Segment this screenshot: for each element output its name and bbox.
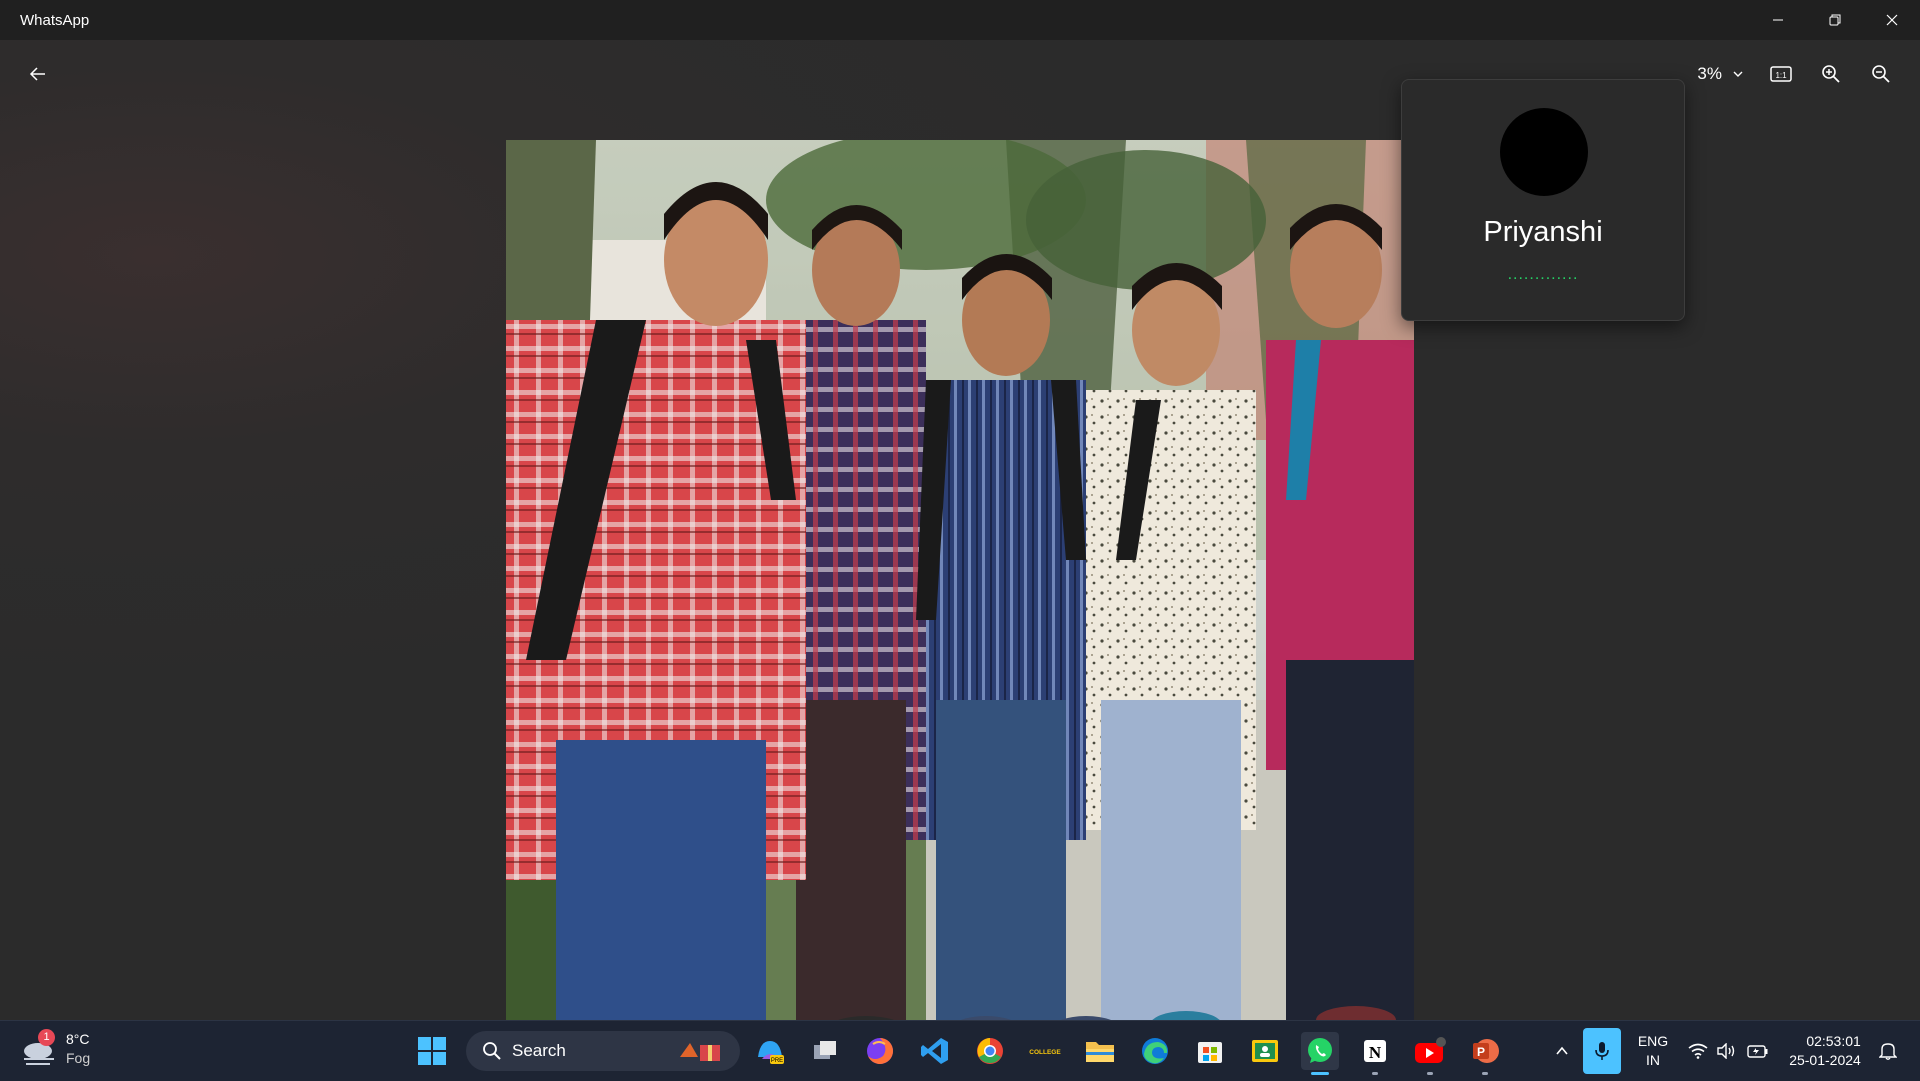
clock-date: 25-01-2024 (1789, 1052, 1861, 1068)
taskbar-search[interactable]: Search (466, 1031, 740, 1071)
arrow-left-icon (29, 67, 45, 81)
store-icon (1198, 1042, 1222, 1063)
weather-badge: 1 (38, 1029, 55, 1046)
running-indicator (1482, 1072, 1488, 1075)
whatsapp-icon (1308, 1038, 1332, 1063)
vscode-icon (921, 1038, 948, 1064)
firefox-icon (867, 1038, 893, 1064)
youtube-icon (1415, 1037, 1446, 1063)
wifi-icon (1688, 1043, 1708, 1059)
task-view-app[interactable] (806, 1032, 844, 1070)
show-hidden-icons-button[interactable] (1548, 1021, 1576, 1081)
window-title: WhatsApp (20, 11, 90, 29)
svg-text:COLLEGE: COLLEGE (1029, 1049, 1061, 1056)
firefox-app[interactable] (861, 1032, 899, 1070)
zoom-out-button[interactable] (1860, 56, 1902, 92)
minimize-icon (1772, 19, 1783, 21)
close-button[interactable] (1863, 0, 1920, 40)
notifications-button[interactable] (1874, 1021, 1902, 1081)
fog-icon: 1 (20, 1029, 60, 1069)
svg-text:1:1: 1:1 (1775, 71, 1787, 80)
language-code: ENG (1637, 1033, 1669, 1049)
gift-icon (680, 1043, 720, 1061)
media-photo (506, 140, 1414, 1048)
active-indicator (1311, 1072, 1329, 1075)
classroom-app[interactable] (1246, 1032, 1284, 1070)
vscode-app[interactable] (916, 1032, 954, 1070)
task-view-icon (814, 1041, 836, 1059)
viewer-toolbar: 3% 1:1 (1689, 56, 1902, 92)
notion-app[interactable]: N (1356, 1032, 1394, 1075)
window-controls (1749, 0, 1920, 40)
svg-text:N: N (1369, 1043, 1382, 1062)
folder-icon (1086, 1042, 1114, 1062)
zoom-in-button[interactable] (1810, 56, 1852, 92)
actual-size-icon: 1:1 (1770, 66, 1792, 82)
title-bar: WhatsApp (0, 0, 1920, 40)
microphone-button[interactable] (1583, 1028, 1621, 1074)
clock[interactable]: 02:53:01 25-01-2024 (1780, 1021, 1870, 1081)
college-app[interactable]: COLLEGE (1026, 1032, 1064, 1070)
edge-app[interactable] (1136, 1032, 1174, 1070)
whatsapp-app[interactable] (1301, 1032, 1339, 1075)
minimize-button[interactable] (1749, 0, 1806, 40)
zoom-in-icon (1822, 65, 1840, 83)
running-indicator (1372, 1072, 1378, 1075)
contact-card: Priyanshi ............. (1401, 79, 1685, 321)
contact-name: Priyanshi (1483, 216, 1603, 248)
microphone-icon (1595, 1042, 1609, 1060)
classroom-icon (1252, 1040, 1278, 1062)
region-code: IN (1646, 1052, 1660, 1068)
zoom-out-icon (1872, 65, 1890, 83)
powerpoint-icon: P (1473, 1039, 1499, 1063)
edge-icon (1142, 1038, 1168, 1064)
zoom-dropdown[interactable]: 3% (1689, 64, 1752, 84)
battery-status[interactable] (1744, 1021, 1772, 1081)
speaker-icon (1717, 1043, 1735, 1059)
bell-icon (1879, 1043, 1897, 1060)
file-explorer-app[interactable] (1081, 1032, 1119, 1070)
close-icon (1886, 14, 1897, 26)
battery-charging-icon (1747, 1045, 1768, 1058)
chrome-app[interactable] (971, 1032, 1009, 1070)
search-label: Search (512, 1041, 566, 1060)
windows-icon (418, 1037, 446, 1065)
search-icon (483, 1042, 501, 1060)
microsoft-store-app[interactable] (1191, 1032, 1229, 1070)
powerpoint-app[interactable]: P (1466, 1032, 1504, 1075)
chevron-down-icon (1733, 71, 1743, 77)
media-viewer: 3% 1:1 Priyanshi ............. (0, 40, 1920, 1048)
copilot-icon: PRE (758, 1041, 784, 1064)
chrome-icon (977, 1038, 1003, 1064)
actual-size-button[interactable]: 1:1 (1760, 56, 1802, 92)
college-icon: COLLEGE (1028, 1043, 1062, 1059)
volume-status[interactable] (1714, 1021, 1738, 1081)
start-button[interactable] (416, 1035, 448, 1067)
youtube-app[interactable] (1411, 1032, 1449, 1075)
contact-avatar[interactable] (1500, 108, 1588, 196)
back-button[interactable] (20, 58, 56, 90)
weather-condition: Fog (66, 1050, 91, 1066)
contact-status: ............. (1507, 266, 1579, 283)
svg-text:P: P (1477, 1045, 1485, 1059)
clock-time: 02:53:01 (1806, 1033, 1861, 1049)
wifi-status[interactable] (1684, 1021, 1712, 1081)
zoom-level-label: 3% (1697, 64, 1722, 83)
running-indicator (1427, 1072, 1433, 1075)
restore-icon (1829, 14, 1840, 26)
copilot-pre-app[interactable]: PRE (751, 1032, 789, 1070)
weather-widget[interactable]: 1 8°C Fog (20, 1029, 90, 1069)
chevron-up-icon (1556, 1046, 1568, 1055)
svg-text:PRE: PRE (771, 1058, 783, 1064)
weather-temp: 8°C (66, 1031, 90, 1047)
taskbar: 1 8°C Fog Search PRE COLLEGE N P ENG IN … (0, 1020, 1920, 1081)
restore-button[interactable] (1806, 0, 1863, 40)
notion-icon: N (1364, 1040, 1386, 1062)
language-indicator[interactable]: ENG IN (1630, 1021, 1676, 1081)
